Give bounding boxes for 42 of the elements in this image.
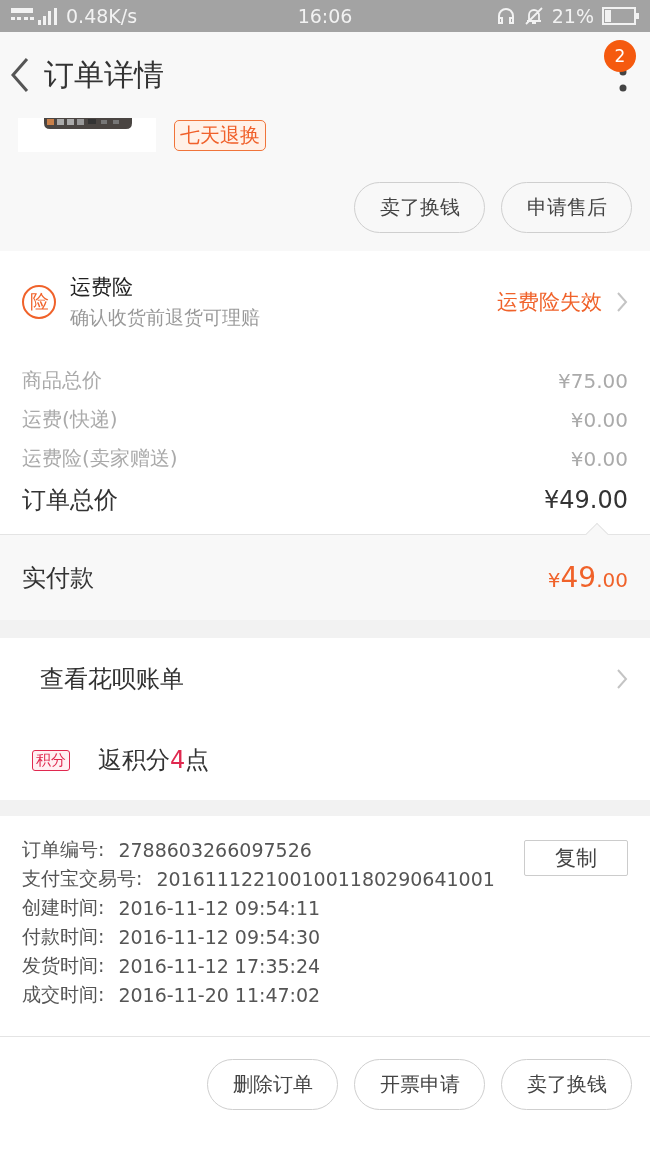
info-label: 成交时间: — [22, 981, 105, 1007]
price-value: ¥49.00 — [544, 486, 628, 514]
signal-icon — [10, 6, 60, 26]
headset-icon — [495, 6, 516, 26]
points-text: 返积分4点 — [98, 745, 211, 776]
info-value: 2016-11-20 11:47:02 — [118, 983, 321, 1006]
insurance-subtitle: 确认收货前退货可理赔 — [70, 305, 261, 330]
price-label: 订单总价 — [22, 485, 118, 516]
paid-amount: ¥49.00 — [547, 561, 628, 594]
info-label: 支付宝交易号: — [22, 865, 143, 891]
info-label: 订单编号: — [22, 836, 105, 862]
battery-icon — [602, 7, 640, 25]
notification-badge: 2 — [604, 40, 636, 72]
return-policy-tag: 七天退换 — [174, 120, 266, 151]
page-title: 订单详情 — [44, 55, 165, 94]
price-label: 运费(快递) — [22, 406, 118, 433]
info-value: 2016111221001001180290641001 — [156, 867, 495, 890]
battery-percent: 21% — [551, 5, 594, 27]
huabei-bill-link[interactable]: 查看花呗账单 — [40, 663, 588, 695]
info-value: 2788603266097526 — [118, 838, 312, 861]
back-icon[interactable] — [10, 57, 30, 93]
info-label: 创建时间: — [22, 894, 105, 920]
price-value: ¥0.00 — [570, 407, 628, 432]
insurance-title: 运费险 — [70, 274, 134, 301]
info-label: 发货时间: — [22, 952, 105, 978]
paid-label: 实付款 — [22, 562, 94, 594]
chevron-right-icon — [616, 291, 628, 313]
clock-time: 16:06 — [297, 5, 353, 27]
copy-button[interactable]: 复制 — [524, 840, 628, 876]
price-label: 运费险(卖家赠送) — [22, 445, 178, 472]
price-label: 商品总价 — [22, 367, 102, 394]
info-label: 付款时间: — [22, 923, 105, 949]
info-value: 2016-11-12 17:35:24 — [118, 954, 321, 977]
price-value: ¥0.00 — [570, 446, 628, 471]
info-value: 2016-11-12 09:54:11 — [118, 896, 321, 919]
bell-muted-icon — [523, 6, 544, 26]
network-speed: 0.48K/s — [66, 5, 138, 27]
insurance-icon: 险 — [22, 285, 56, 319]
info-value: 2016-11-12 09:54:30 — [118, 925, 321, 948]
points-badge: 积分 — [32, 749, 70, 771]
price-value: ¥75.00 — [558, 368, 628, 393]
chevron-right-icon — [616, 668, 628, 690]
